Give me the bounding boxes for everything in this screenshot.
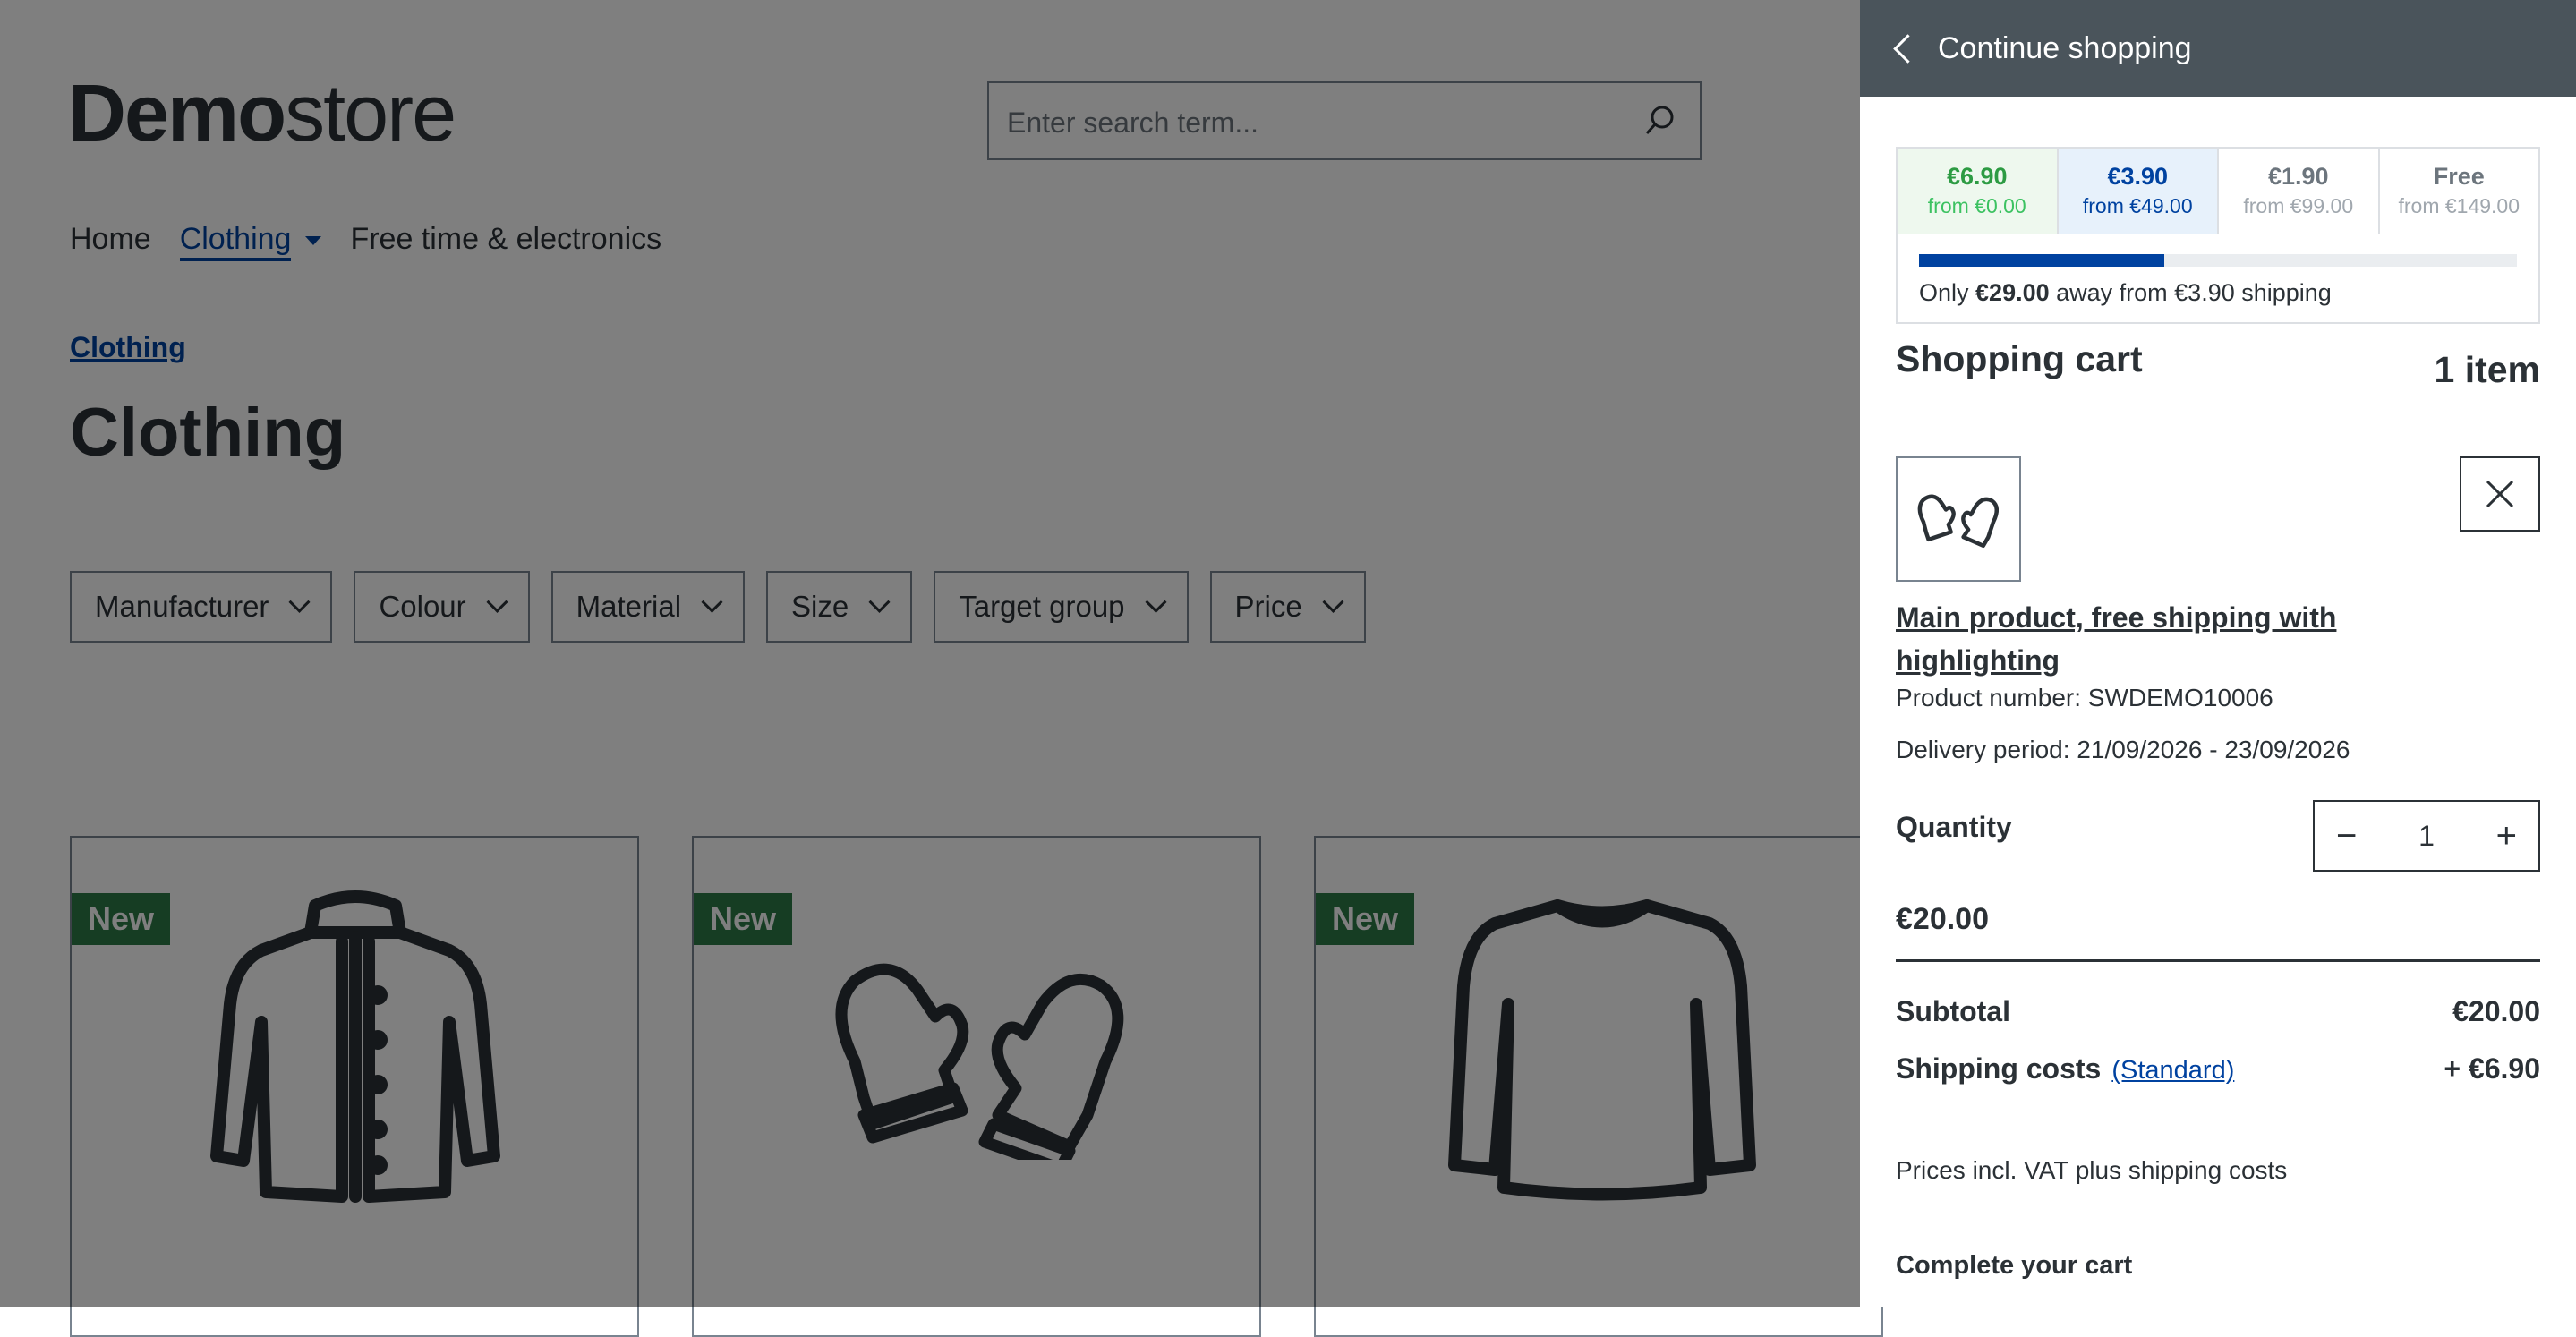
product-number: Product number: SWDEMO10006 [1896, 684, 2273, 711]
quantity-value[interactable]: 1 [2418, 820, 2435, 853]
subtotal-value: €20.00 [2452, 995, 2540, 1027]
continue-shopping-label: Continue shopping [1938, 30, 2192, 65]
minus-icon[interactable]: − [2336, 818, 2357, 854]
remove-item-button[interactable] [2460, 456, 2540, 532]
shipping-progress-bar [1919, 254, 2517, 267]
delivery-period: Delivery period: 21/09/2026 - 23/09/2026 [1896, 736, 2350, 763]
quantity-label: Quantity [1896, 811, 2012, 843]
close-icon [2486, 480, 2514, 508]
cart-item-count: 1 item [2434, 349, 2541, 390]
product-thumbnail[interactable] [1896, 456, 2021, 582]
shipping-method-link[interactable]: (Standard) [2111, 1056, 2234, 1085]
shipping-costs-row: Shipping costs (Standard) + €6.90 [1896, 1052, 2540, 1086]
cart-title: Shopping cart [1896, 338, 2143, 379]
quantity-stepper: − 1 + [2313, 800, 2540, 872]
divider [1896, 959, 2540, 962]
subtotal-label: Subtotal [1896, 995, 2010, 1027]
shipping-tier: €6.90 from €0.00 [1898, 149, 2059, 234]
shipping-tier: Free from €149.00 [2398, 163, 2521, 217]
shipping-costs-value: + €6.90 [2444, 1052, 2540, 1085]
shipping-progress-fill [1919, 254, 2164, 267]
backdrop-overlay[interactable] [0, 0, 1860, 1307]
shipping-tier: €1.90 from €99.00 [2219, 149, 2380, 234]
vat-note: Prices incl. VAT plus shipping costs [1896, 1156, 2288, 1184]
continue-shopping-button[interactable]: Continue shopping [1860, 0, 2576, 97]
product-name-link[interactable]: Main product, free shipping with highlig… [1896, 596, 2397, 682]
plus-icon[interactable]: + [2496, 818, 2517, 854]
complete-your-cart-heading: Complete your cart [1896, 1251, 2133, 1280]
line-item-price: €20.00 [1896, 902, 1989, 936]
offcanvas-cart: Continue shopping €6.90 from €0.00 €3.90… [1860, 0, 2576, 1307]
shipping-cost-tiers: €6.90 from €0.00 €3.90 from €49.00 €1.90… [1896, 147, 2540, 324]
mittens-icon [1917, 494, 2000, 549]
chevron-left-icon [1893, 33, 1923, 64]
shipping-tier: €3.90 from €49.00 [2058, 149, 2219, 234]
subtotal-row: Subtotal €20.00 [1896, 995, 2540, 1028]
shipping-progress-message: Only €29.00 away from €3.90 shipping [1919, 279, 2332, 306]
shipping-costs-label: Shipping costs [1896, 1052, 2102, 1085]
